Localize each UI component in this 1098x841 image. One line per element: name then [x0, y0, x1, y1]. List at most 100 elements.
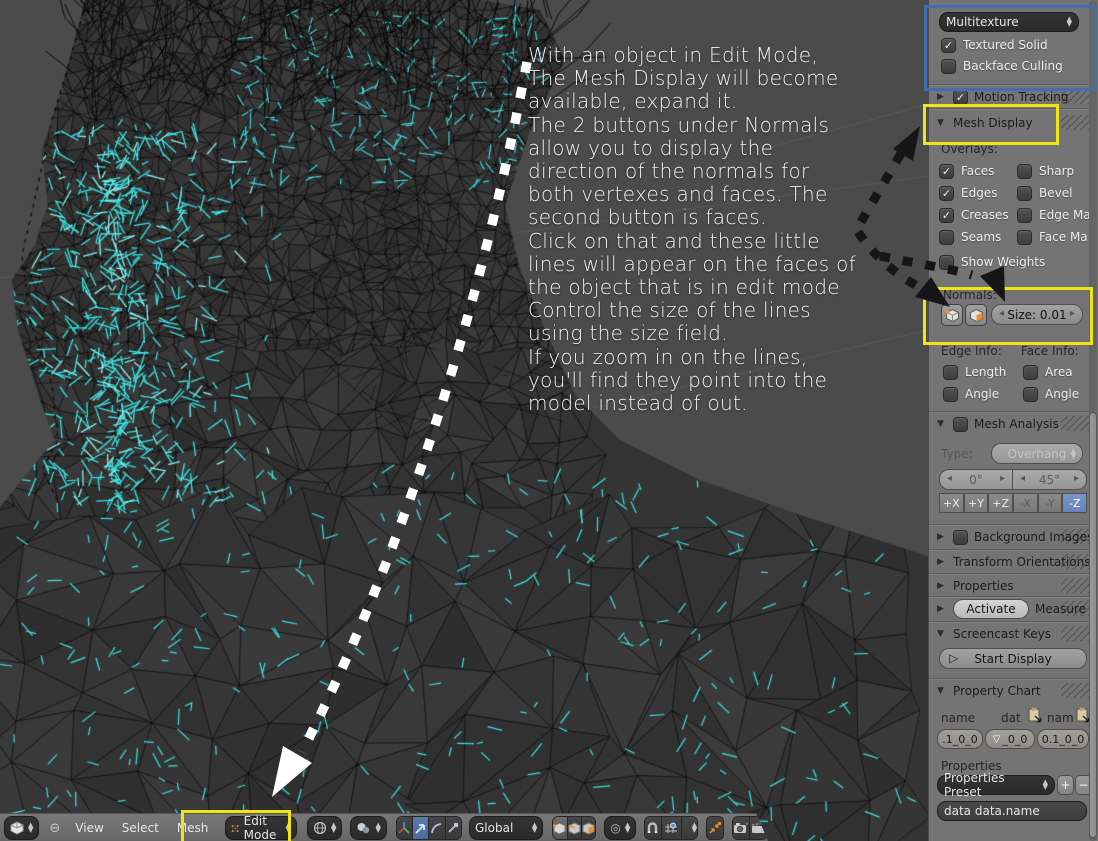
collapse-menus-icon[interactable]: ⊖	[49, 821, 60, 836]
checkbox-icon[interactable]	[943, 364, 958, 380]
properties-preset-dropdown[interactable]: Properties Preset ▲ ▼	[937, 771, 1055, 799]
panel-properties[interactable]: ▶ Properties	[937, 577, 1014, 595]
sidebar-scrollbar[interactable]	[1089, 0, 1097, 841]
activate-button[interactable]: Activate	[953, 599, 1029, 619]
axis-minus-z-button[interactable]: -Z	[1062, 493, 1088, 513]
panel-drag-hatch[interactable]	[1061, 601, 1091, 616]
seams-checkbox[interactable]: Seams	[939, 229, 1001, 245]
slider-left-arrow-icon[interactable]: ◂	[999, 308, 1004, 319]
checkbox-icon[interactable]	[1023, 364, 1038, 380]
checkbox-icon[interactable]	[939, 254, 954, 270]
textured-solid-checkbox[interactable]: Textured Solid	[941, 37, 1048, 53]
faces-checkbox[interactable]: Faces	[939, 163, 994, 179]
axis-minus-y-button[interactable]: -Y	[1037, 493, 1063, 513]
sharp-checkbox[interactable]: Sharp	[1017, 163, 1074, 179]
checkbox-icon[interactable]	[953, 416, 968, 432]
checkbox-icon[interactable]	[953, 89, 968, 105]
snap-target-dropdown[interactable]: ▲ ▼	[681, 817, 698, 839]
menu-mesh[interactable]: Mesh	[168, 821, 218, 835]
chart-field-1[interactable]: .1_0_0	[937, 729, 983, 749]
angle-max-field[interactable]: ◂ 45° ▸	[1013, 469, 1087, 490]
bevel-checkbox[interactable]: Bevel	[1017, 185, 1072, 201]
face-marks-checkbox[interactable]: Face Ma	[1017, 229, 1088, 245]
panel-motion-tracking[interactable]: ▶ Motion Tracking	[937, 88, 1068, 106]
show-weights-checkbox[interactable]: Show Weights	[939, 254, 1045, 270]
proportional-edit-dropdown[interactable]: ◎ ▲ ▼	[604, 816, 637, 840]
panel-mesh-analysis[interactable]: ▼ Mesh Analysis	[937, 415, 1059, 433]
chart-field-2[interactable]: ▽ _0_0	[985, 729, 1035, 749]
axis-plus-z-button[interactable]: +Z	[988, 493, 1014, 513]
snap-magnet-button[interactable]	[645, 817, 662, 839]
checkbox-icon[interactable]	[1017, 207, 1032, 223]
checkbox-icon[interactable]	[939, 163, 954, 179]
panel-screencast-keys[interactable]: ▼ Screencast Keys	[937, 625, 1051, 643]
edge-length-checkbox[interactable]: Length	[943, 364, 1006, 380]
mode-dropdown[interactable]: Edit Mode ▲ ▼	[225, 814, 298, 841]
menu-select[interactable]: Select	[113, 821, 168, 835]
axis-minus-x-button[interactable]: -X	[1013, 493, 1038, 513]
scrollbar-thumb[interactable]	[1089, 412, 1097, 838]
panel-drag-hatch[interactable]	[1061, 578, 1091, 593]
opengl-render-button[interactable]	[732, 817, 751, 839]
panel-mesh-display[interactable]: ▼ Mesh Display	[937, 114, 1033, 132]
panel-drag-hatch[interactable]	[1061, 626, 1091, 641]
checkbox-icon[interactable]	[941, 58, 956, 74]
preset-add-button[interactable]: +	[1057, 775, 1074, 795]
edge-angle-checkbox[interactable]: Angle	[943, 386, 999, 402]
backface-culling-checkbox[interactable]: Backface Culling	[941, 58, 1063, 74]
panel-drag-hatch[interactable]	[1061, 529, 1091, 544]
checkbox-icon[interactable]	[939, 207, 954, 223]
face-select-button[interactable]	[581, 817, 596, 839]
data-name-field[interactable]: data data.name	[937, 801, 1087, 821]
panel-drag-hatch[interactable]	[1061, 416, 1091, 431]
vertex-normals-toggle[interactable]	[941, 304, 963, 326]
checkbox-icon[interactable]	[939, 185, 954, 201]
axis-plus-x-button[interactable]: +X	[939, 493, 964, 513]
normals-size-field[interactable]: ◂ Size: 0.01 ▸	[991, 304, 1083, 325]
panel-drag-hatch[interactable]	[1061, 683, 1091, 698]
manipulator-rotate-button[interactable]	[429, 817, 446, 839]
viewport-editor-icon	[10, 821, 24, 835]
analysis-type-dropdown[interactable]: Overhang ▲ ▼	[991, 443, 1083, 464]
editor-type-dropdown[interactable]: ▲ ▼	[4, 816, 40, 840]
menu-view[interactable]: View	[66, 821, 112, 835]
checkbox-icon[interactable]	[1017, 229, 1032, 245]
face-area-checkbox[interactable]: Area	[1023, 364, 1073, 380]
face-normals-toggle[interactable]	[965, 304, 987, 326]
checkbox-icon[interactable]	[939, 229, 954, 245]
type-label: Type:	[941, 447, 973, 461]
manipulator-scale-button[interactable]	[445, 817, 461, 839]
panel-drag-hatch[interactable]	[1061, 115, 1091, 130]
creases-checkbox[interactable]: Creases	[939, 207, 1009, 223]
start-display-button[interactable]: ▷ Start Display	[939, 648, 1087, 669]
panel-drag-hatch[interactable]	[1061, 89, 1091, 104]
checkbox-icon[interactable]	[1017, 163, 1032, 179]
panel-drag-hatch[interactable]	[1061, 554, 1091, 569]
orientation-dropdown[interactable]: Global ▲ ▼	[469, 816, 544, 840]
slider-right-arrow-icon[interactable]: ▸	[1070, 308, 1075, 319]
axis-plus-y-button[interactable]: +Y	[963, 493, 989, 513]
face-angle-checkbox[interactable]: Angle	[1023, 386, 1079, 402]
copy-to-clipboard-icon[interactable]	[1027, 707, 1043, 724]
overlays-label: Overlays:	[941, 142, 998, 156]
angle-min-field[interactable]: ◂ 0° ▸	[939, 469, 1013, 490]
vertex-select-button[interactable]	[553, 817, 568, 839]
checkbox-icon[interactable]	[1017, 185, 1032, 201]
collapsed-arrow-icon: ▶	[937, 604, 944, 614]
edges-checkbox[interactable]: Edges	[939, 185, 997, 201]
edge-select-button[interactable]	[567, 817, 582, 839]
checkbox-icon[interactable]	[1023, 386, 1038, 402]
snap-peel-button[interactable]	[706, 816, 724, 840]
checkbox-icon[interactable]	[943, 386, 958, 402]
checkbox-icon[interactable]	[941, 37, 956, 53]
panel-property-chart[interactable]: ▼ Property Chart	[937, 682, 1041, 700]
shading-dropdown[interactable]: ▲ ▼	[307, 816, 343, 840]
snap-element-button[interactable]	[661, 817, 682, 839]
manipulator-axes-button[interactable]	[396, 817, 414, 839]
shading-mode-dropdown[interactable]: Multitexture ▲ ▼	[939, 12, 1079, 32]
manipulator-translate-button[interactable]	[413, 817, 430, 839]
checkbox-icon[interactable]	[953, 529, 968, 545]
pivot-dropdown[interactable]: ▲ ▼	[350, 816, 387, 840]
chart-field-3[interactable]: 0.1_0_0	[1037, 729, 1089, 749]
edge-marks-checkbox[interactable]: Edge Ma	[1017, 207, 1091, 223]
